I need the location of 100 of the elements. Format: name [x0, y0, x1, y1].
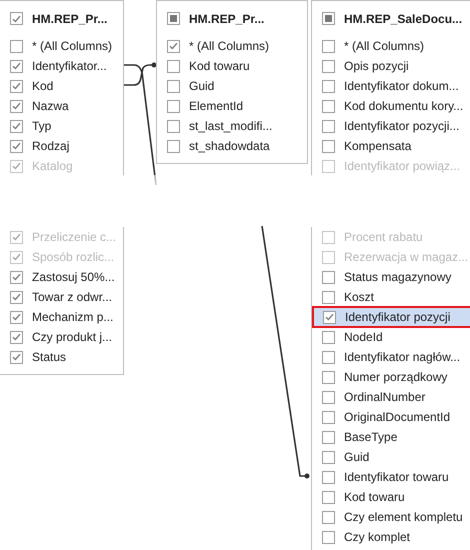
- checkmark-icon: [12, 62, 21, 70]
- column-row[interactable]: Towar z odwr...: [0, 287, 123, 307]
- checkbox[interactable]: [167, 40, 180, 52]
- column-row[interactable]: Kod towaru: [157, 56, 307, 76]
- checkbox[interactable]: [167, 120, 180, 132]
- checkbox[interactable]: [10, 60, 23, 72]
- checkbox[interactable]: [322, 330, 335, 344]
- checkbox[interactable]: [322, 40, 335, 52]
- column-row[interactable]: BaseType: [312, 427, 470, 447]
- checkbox[interactable]: [322, 430, 335, 444]
- column-row[interactable]: Kompensata: [312, 136, 470, 156]
- column-row[interactable]: Guid: [312, 447, 470, 467]
- checkbox[interactable]: [322, 470, 335, 484]
- column-row[interactable]: Rodzaj: [0, 136, 123, 156]
- checkbox[interactable]: [10, 310, 23, 324]
- checkbox[interactable]: [10, 250, 23, 264]
- column-row[interactable]: Typ: [0, 116, 123, 136]
- table-title: HM.REP_SaleDocu...: [344, 10, 462, 28]
- checkbox[interactable]: [322, 100, 335, 112]
- column-name: Czy produkt j...: [32, 329, 112, 346]
- column-row[interactable]: Identyfikator dokum...: [312, 76, 470, 96]
- column-row[interactable]: Koszt: [312, 287, 470, 307]
- column-row[interactable]: Identyfikator pozycji...: [312, 116, 470, 136]
- column-row[interactable]: st_shadowdata: [157, 136, 307, 156]
- checkbox[interactable]: [322, 510, 335, 524]
- checkbox[interactable]: [10, 140, 23, 152]
- checkbox[interactable]: [167, 80, 180, 92]
- column-row[interactable]: * (All Columns): [312, 36, 470, 56]
- checkbox[interactable]: [10, 290, 23, 304]
- checkbox[interactable]: [10, 230, 23, 244]
- checkbox[interactable]: [167, 12, 180, 25]
- column-row[interactable]: Status magazynowy: [312, 267, 470, 287]
- column-row[interactable]: Identyfikator pozycji: [313, 307, 470, 327]
- checkbox[interactable]: [322, 350, 335, 364]
- column-row[interactable]: OriginalDocumentId: [312, 407, 470, 427]
- column-name: BaseType: [344, 429, 398, 446]
- checkbox[interactable]: [322, 12, 335, 25]
- checkbox[interactable]: [10, 100, 23, 112]
- column-name: NodeId: [344, 329, 383, 346]
- column-row[interactable]: Status: [0, 347, 123, 367]
- checkbox[interactable]: [167, 100, 180, 112]
- checkbox[interactable]: [10, 330, 23, 344]
- column-row[interactable]: Czy produkt j...: [0, 327, 123, 347]
- checkbox[interactable]: [322, 230, 335, 244]
- table-panel[interactable]: HM.REP_Pr... * (All Columns) Kod towaru Guid ElementId st_last_modifi... st_shadowdata: [156, 0, 308, 164]
- checkbox[interactable]: [10, 270, 23, 284]
- checkmark-icon: [169, 42, 178, 50]
- column-row[interactable]: Identyfikator towaru: [312, 467, 470, 487]
- column-row[interactable]: Kod towaru: [312, 487, 470, 507]
- column-name: Sposób rozlic...: [32, 249, 114, 266]
- column-name: Mechanizm p...: [32, 309, 114, 326]
- checkbox[interactable]: [322, 290, 335, 304]
- column-row[interactable]: ElementId: [157, 96, 307, 116]
- checkbox[interactable]: [322, 250, 335, 264]
- checkmark-icon: [12, 122, 21, 130]
- column-row[interactable]: NodeId: [312, 327, 470, 347]
- checkbox[interactable]: [10, 120, 23, 132]
- checkbox[interactable]: [322, 530, 335, 544]
- column-row[interactable]: * (All Columns): [0, 36, 123, 56]
- column-row[interactable]: Kod: [0, 76, 123, 96]
- checkbox[interactable]: [323, 310, 336, 324]
- column-row[interactable]: Mechanizm p...: [0, 307, 123, 327]
- checkbox[interactable]: [167, 60, 180, 72]
- checkbox[interactable]: [322, 370, 335, 384]
- checkbox[interactable]: [322, 120, 335, 132]
- checkbox[interactable]: [10, 350, 23, 364]
- checkbox[interactable]: [322, 160, 335, 172]
- column-row[interactable]: OrdinalNumber: [312, 387, 470, 407]
- table-panel[interactable]: HM.REP_Pr... * (All Columns) Identyfikator... Kod Nazwa Typ Rodzaj Katalog Przeliczenie c... Sposób rozlic... Zastosuj 50%... Towar z odwr... Mechanizm p... Czy produkt j... Status: [0, 0, 124, 375]
- checkbox[interactable]: [322, 410, 335, 424]
- column-name: Identyfikator...: [32, 58, 107, 75]
- checkbox[interactable]: [10, 40, 23, 52]
- column-row[interactable]: Opis pozycji: [312, 56, 470, 76]
- checkbox[interactable]: [10, 80, 23, 92]
- column-row[interactable]: Guid: [157, 76, 307, 96]
- column-row[interactable]: Numer porządkowy: [312, 367, 470, 387]
- column-row[interactable]: Zastosuj 50%...: [0, 267, 123, 287]
- checkbox[interactable]: [10, 160, 23, 172]
- checkbox[interactable]: [322, 270, 335, 284]
- column-name: Przeliczenie c...: [32, 229, 116, 246]
- checkbox[interactable]: [10, 12, 23, 25]
- checkbox[interactable]: [322, 80, 335, 92]
- column-row[interactable]: * (All Columns): [157, 36, 307, 56]
- column-row[interactable]: Kod dokumentu kory...: [312, 96, 470, 116]
- column-row[interactable]: Identyfikator nagłów...: [312, 347, 470, 367]
- column-row[interactable]: Czy komplet: [312, 527, 470, 547]
- checkbox[interactable]: [322, 390, 335, 404]
- column-row[interactable]: Czy element kompletu: [312, 507, 470, 527]
- checkmark-icon: [12, 82, 21, 90]
- table-panel[interactable]: [311, 0, 470, 550]
- checkmark-icon: [325, 313, 334, 321]
- checkbox[interactable]: [322, 60, 335, 72]
- column-row[interactable]: st_last_modifi...: [157, 116, 307, 136]
- column-row[interactable]: Identyfikator...: [0, 56, 123, 76]
- checkbox[interactable]: [167, 140, 180, 152]
- checkbox[interactable]: [322, 490, 335, 504]
- checkbox[interactable]: [322, 140, 335, 152]
- column-row[interactable]: Nazwa: [0, 96, 123, 116]
- checkmark-icon: [12, 353, 21, 361]
- checkbox[interactable]: [322, 450, 335, 464]
